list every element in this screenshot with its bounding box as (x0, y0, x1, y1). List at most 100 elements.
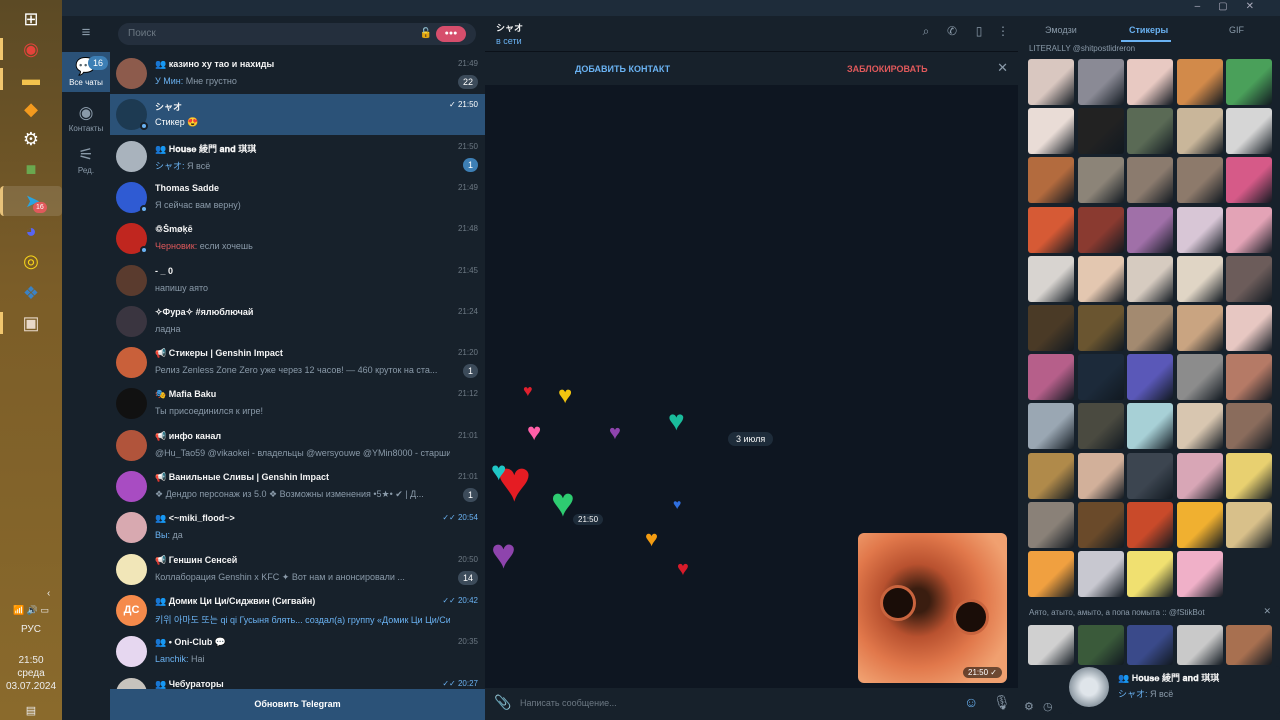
sticker-tile[interactable] (1176, 452, 1223, 499)
sticker-tile[interactable] (1127, 59, 1174, 105)
chat-row[interactable]: Thomas Sadde 21:49 Я сейчас вам верну) (110, 177, 485, 218)
sticker-tile[interactable] (1176, 206, 1223, 253)
sticker-tile[interactable] (1127, 625, 1174, 665)
chat-row[interactable]: 👥 • Oni-Club 💬 20:35 Lanchik: Hai (110, 631, 485, 672)
sticker-tile[interactable] (1028, 551, 1074, 597)
sticker-tile[interactable] (1226, 452, 1273, 499)
sticker-tile[interactable] (1176, 157, 1223, 204)
sticker-tile[interactable] (1077, 403, 1124, 450)
add-contact-button[interactable]: ДОБАВИТЬ КОНТАКТ (575, 64, 670, 74)
block-button[interactable]: ЗАБЛОКИРОВАТЬ (847, 64, 928, 74)
more-icon[interactable]: ⋮ (994, 24, 1012, 38)
sticker-tile[interactable] (1028, 206, 1074, 253)
rail-contacts[interactable]: ◉ Контакты (62, 98, 110, 134)
chat-row[interactable]: 👥 казино ху тао и нахиды 21:49 У Мин: Мне … (110, 53, 485, 94)
settings-icon[interactable]: ⚙ (16, 124, 46, 154)
tab-gif[interactable]: GIF (1229, 25, 1244, 35)
input-language[interactable]: РУС (0, 623, 62, 636)
app-yellow-ring-icon[interactable]: ◎ (16, 246, 46, 276)
close-icon[interactable]: ✕ (997, 60, 1008, 76)
chat-row[interactable]: 📢 инфо канал 21:01 @Hu_Tao59 @vikaokei - в… (110, 425, 485, 466)
sticker-tile[interactable] (1028, 157, 1074, 204)
story-avatars[interactable]: ●●● (436, 26, 466, 42)
update-telegram-button[interactable]: Обновить Telegram (110, 689, 485, 720)
sticker-tile[interactable] (1077, 551, 1124, 597)
microphone-icon[interactable]: 🎙 (993, 694, 1011, 711)
sticker-tile[interactable] (1127, 452, 1174, 499)
sticker-tile[interactable] (1127, 354, 1174, 401)
chat-row[interactable]: ♲Šmøķē 21:48 Черновик: если хочешь (110, 218, 485, 259)
sticker-tile[interactable] (1226, 403, 1273, 450)
sticker-tile[interactable] (1176, 108, 1223, 155)
sticker-tile[interactable] (1127, 206, 1174, 253)
sticker-tile[interactable] (1077, 157, 1124, 204)
sticker-tile[interactable] (1028, 108, 1074, 155)
sticker-tile[interactable] (1226, 206, 1273, 253)
notification-toast[interactable]: 👥 H𝐨𝐮𝐬𝐞 綾門 𝐚𝐧𝐝 琪琪 シャオ: Я всё (1068, 666, 1280, 714)
sticker-tile[interactable] (1176, 59, 1223, 105)
sticker-tile[interactable] (1176, 255, 1223, 302)
recent-icon[interactable]: ◷ (1043, 701, 1053, 713)
chat-row[interactable]: ДС 👥 Домик Ци Ци/Сиджвин (Сигвайн) ✓✓ 20:4… (110, 590, 485, 631)
call-icon[interactable]: ✆ (943, 24, 961, 38)
photo-app-icon[interactable]: ▣ (16, 308, 46, 338)
sticker-tile[interactable] (1226, 354, 1273, 401)
sticker-tile[interactable] (1176, 354, 1223, 401)
sticker-tile[interactable] (1028, 59, 1074, 105)
sticker-tile[interactable] (1077, 305, 1124, 351)
sticker-tile[interactable] (1028, 501, 1074, 548)
chat-row[interactable]: 👥 H𝐨𝐮𝐬𝐞 綾門 𝐚𝐧𝐝 琪琪 21:50 シャオ: Я всё 1 (110, 136, 485, 177)
sticker-tile[interactable] (1127, 157, 1174, 204)
notifications-icon[interactable]: ▤ (0, 705, 62, 718)
sticker-tile[interactable] (1226, 305, 1273, 351)
sticker-tile[interactable] (1127, 108, 1174, 155)
chat-row[interactable]: 📢 Геншин Сенсей 20:50 Коллаборация Genshin… (110, 549, 485, 590)
search-icon[interactable]: ⌕ (917, 24, 935, 39)
cat-photo-message[interactable]: 21:50 ✓ (858, 533, 1007, 683)
rail-edit-folders[interactable]: ⚟ Ред. (62, 140, 110, 176)
attach-icon[interactable]: 📎 (494, 694, 511, 711)
peer-name[interactable]: シャオ (496, 21, 523, 34)
menu-icon[interactable]: ≡ (62, 24, 110, 41)
sticker-tile[interactable] (1028, 354, 1074, 401)
sticker-tile[interactable] (1226, 255, 1273, 302)
sticker-tile[interactable] (1176, 305, 1223, 351)
chat-row[interactable]: - _ 0 21:45 напишу аято (110, 260, 485, 301)
sticker-tile[interactable] (1028, 625, 1074, 665)
settings-icon[interactable]: ⚙ (1024, 701, 1034, 713)
sticker-tile[interactable] (1077, 108, 1124, 155)
sticker-tile[interactable] (1077, 255, 1124, 302)
emoji-icon[interactable]: ☺ (964, 694, 978, 710)
sticker-tile[interactable] (1226, 625, 1273, 665)
sticker-tile[interactable] (1226, 501, 1273, 548)
chat-row[interactable]: 👥 <~miki_flood~> ✓✓ 20:54 Вы: да (110, 507, 485, 548)
sticker-tile[interactable] (1077, 452, 1124, 499)
tray-chevron-icon[interactable]: ‹ (47, 587, 50, 600)
sticker-tile[interactable] (1077, 206, 1124, 253)
discord-icon[interactable]: ◕ (16, 216, 46, 246)
telegram-icon[interactable]: ➤ 16 (0, 186, 62, 216)
file-explorer-icon[interactable]: ▬ (16, 64, 46, 94)
rail-all-chats[interactable]: 💬 16 Все чаты (62, 52, 110, 92)
window-controls[interactable]: –▢✕ (1195, 1, 1272, 12)
chat-row[interactable]: 📢 Ванильные Сливы | Genshin Impact 21:01 ❖… (110, 466, 485, 507)
windows-start-icon[interactable]: ⊞ (16, 4, 46, 34)
sticker-tile[interactable] (1226, 59, 1273, 105)
sticker-tile[interactable] (1127, 551, 1174, 597)
chat-row[interactable]: シャオ ✓ 21:50 Стикер 😍 (110, 94, 485, 136)
sticker-tile[interactable] (1028, 305, 1074, 351)
sticker-tile[interactable] (1028, 452, 1074, 499)
clock-time[interactable]: 21:50 (0, 654, 62, 667)
app-blue-icon[interactable]: ❖ (16, 278, 46, 308)
lock-icon[interactable]: 🔓 (420, 23, 432, 45)
sticker-tile[interactable] (1077, 625, 1124, 665)
sticker-tile[interactable] (1077, 501, 1124, 548)
chat-row[interactable]: ✧Фура✧ #ялюблючай 21:24 ладна (110, 301, 485, 342)
sidebar-toggle-icon[interactable]: ▯ (970, 24, 988, 38)
tab-emoji[interactable]: Эмодзи (1045, 25, 1077, 35)
sticker-tile[interactable] (1176, 501, 1223, 548)
sticker-tile[interactable] (1176, 403, 1223, 450)
chat-row[interactable]: 🎭 Mafia Baku 21:12 Ты присоединился к игре… (110, 383, 485, 424)
chrome-icon[interactable]: ◉ (16, 34, 46, 64)
sticker-tile[interactable] (1028, 255, 1074, 302)
